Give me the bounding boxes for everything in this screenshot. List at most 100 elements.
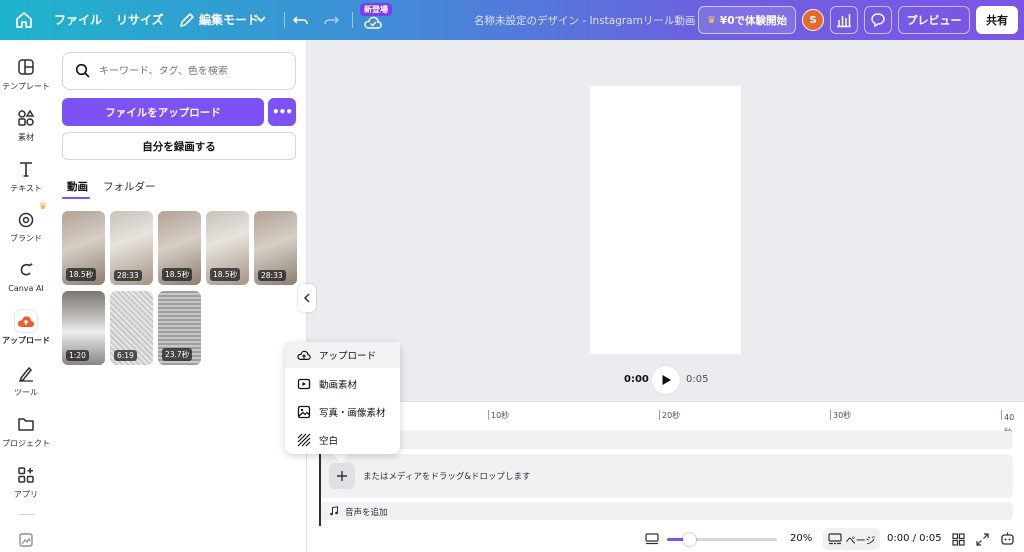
image-icon — [297, 405, 311, 419]
assistant-icon[interactable] — [1000, 531, 1014, 545]
rail-label: ツール — [14, 388, 38, 397]
playhead[interactable] — [319, 454, 321, 526]
upload-files-button[interactable]: ファイルをアップロード — [62, 98, 264, 126]
menu-item-label: アップロード — [319, 351, 377, 362]
menu-item-label: 写真・画像素材 — [319, 408, 386, 419]
search-box[interactable] — [62, 52, 296, 90]
rail-item-elements[interactable]: 素材 — [0, 107, 52, 143]
rail-item-tools[interactable]: ツール — [0, 362, 52, 398]
grid-view-icon[interactable] — [952, 533, 966, 546]
play-button[interactable] — [652, 366, 680, 394]
video-thumbnail[interactable]: 18.5秒 — [158, 211, 201, 285]
avatar[interactable]: S — [802, 9, 824, 31]
tab-videos[interactable]: 動画 — [67, 179, 88, 194]
rail-item-apps[interactable]: アプリ — [0, 464, 52, 500]
music-note-icon — [329, 506, 339, 516]
resize-menu[interactable]: リサイズ — [116, 11, 164, 28]
zoom-slider[interactable] — [667, 533, 777, 546]
rail-label: ブランド — [10, 234, 42, 243]
record-yourself-button[interactable]: 自分を録画する — [62, 132, 296, 160]
rail-item-templates[interactable]: テンプレート — [0, 56, 52, 92]
rail-item-canva-ai[interactable]: Canva AI — [0, 259, 52, 293]
more-options-button[interactable]: ••• — [268, 98, 296, 126]
divider — [352, 12, 353, 28]
chevron-down-icon[interactable] — [254, 12, 272, 30]
comment-button[interactable] — [864, 6, 892, 34]
add-media-button[interactable] — [329, 463, 355, 489]
blank-pattern-icon — [297, 433, 311, 447]
search-icon — [75, 63, 91, 79]
rail-item-text[interactable]: テキスト — [0, 158, 52, 194]
add-audio-label[interactable]: 音声を追加 — [345, 506, 388, 518]
brand-icon: ♛ — [15, 202, 47, 230]
text-icon — [15, 158, 37, 180]
pencil-icon — [178, 11, 196, 29]
menu-item-upload[interactable]: アップロード — [285, 342, 400, 368]
trial-button[interactable]: ♛ ¥0で体験開始 — [698, 6, 796, 34]
file-menu[interactable]: ファイル — [54, 11, 102, 28]
edit-mode-menu[interactable]: 編集モード — [199, 11, 259, 28]
menu-item-photo-assets[interactable]: 写真・画像素材 — [285, 399, 400, 425]
video-icon — [297, 377, 311, 391]
time-readout: 0:00 / 0:05 — [887, 533, 942, 544]
video-duration: 28:33 — [258, 270, 286, 281]
total-time: 0:05 — [686, 374, 709, 385]
cloud-sync-icon[interactable] — [364, 15, 382, 33]
canva-ai-icon — [15, 259, 37, 281]
video-duration: 18.5秒 — [162, 268, 193, 281]
audio-track[interactable] — [320, 502, 1013, 520]
rail-item-brand[interactable]: ♛ ブランド — [0, 202, 52, 244]
video-thumbnail[interactable]: 28:33 — [110, 211, 153, 285]
preview-button[interactable]: プレビュー — [898, 6, 970, 34]
bottom-bar: 20% ページ 0:00 / 0:05 — [307, 526, 1024, 552]
template-icon — [15, 56, 37, 78]
tick-label: 30秒 — [833, 411, 852, 420]
video-thumbnail[interactable]: 28:33 — [254, 211, 297, 285]
zoom-slider-handle[interactable] — [683, 533, 696, 546]
tick-mark — [1001, 410, 1002, 420]
current-time: 0:00 — [624, 374, 649, 385]
tick-label: 20秒 — [662, 411, 681, 420]
video-thumbnail[interactable]: 1:20 — [62, 291, 105, 365]
video-thumbnail[interactable]: 6:19 — [110, 291, 153, 365]
tab-indicator — [62, 197, 90, 199]
rail-label: Canva AI — [8, 284, 44, 293]
video-thumbnail[interactable]: 18.5秒 — [62, 211, 105, 285]
video-thumbnail[interactable]: 18.5秒 — [206, 211, 249, 285]
menu-item-video-assets[interactable]: 動画素材 — [285, 371, 400, 397]
share-button[interactable]: 共有 — [976, 6, 1018, 34]
uploads-panel: ファイルをアップロード ••• 自分を録画する 動画 フォルダー 18.5秒 2… — [52, 40, 307, 552]
rail-item-magic[interactable] — [0, 529, 52, 551]
insights-button[interactable] — [830, 6, 858, 34]
rail-label: アプリ — [14, 490, 38, 499]
video-duration: 28:33 — [114, 270, 142, 281]
upload-cloud-icon — [15, 310, 37, 332]
rail-item-uploads[interactable]: アップロード — [0, 310, 52, 346]
design-page[interactable] — [590, 86, 741, 354]
text-track[interactable] — [320, 431, 1013, 449]
menu-item-label: 動画素材 — [319, 380, 358, 391]
add-media-menu: アップロード 動画素材 写真・画像素材 空白 — [285, 342, 400, 454]
menu-item-blank[interactable]: 空白 — [285, 427, 400, 453]
video-thumbnail[interactable]: 23.7秒 — [158, 291, 201, 365]
rail-item-projects[interactable]: プロジェクト — [0, 413, 52, 449]
chevron-left-icon — [303, 293, 311, 303]
pages-button[interactable]: ページ — [823, 528, 880, 550]
upload-cloud-icon — [297, 348, 311, 362]
collapse-panel-button[interactable] — [298, 284, 316, 312]
redo-icon[interactable] — [322, 11, 340, 29]
fullscreen-icon[interactable] — [976, 533, 990, 546]
search-input[interactable] — [99, 65, 289, 77]
crown-icon: ♛ — [706, 14, 716, 26]
tick-mark — [830, 410, 831, 420]
notes-icon[interactable] — [645, 533, 659, 545]
design-title[interactable]: 名称未設定のデザイン - Instagramリール動画 — [474, 13, 695, 28]
home-icon[interactable] — [14, 10, 34, 30]
rail-label: テキスト — [10, 184, 42, 193]
pages-icon — [827, 533, 842, 545]
zoom-level[interactable]: 20% — [790, 533, 812, 544]
undo-icon[interactable] — [292, 11, 310, 29]
tab-folders[interactable]: フォルダー — [103, 179, 156, 194]
pages-label: ページ — [845, 535, 876, 547]
divider — [284, 12, 285, 28]
